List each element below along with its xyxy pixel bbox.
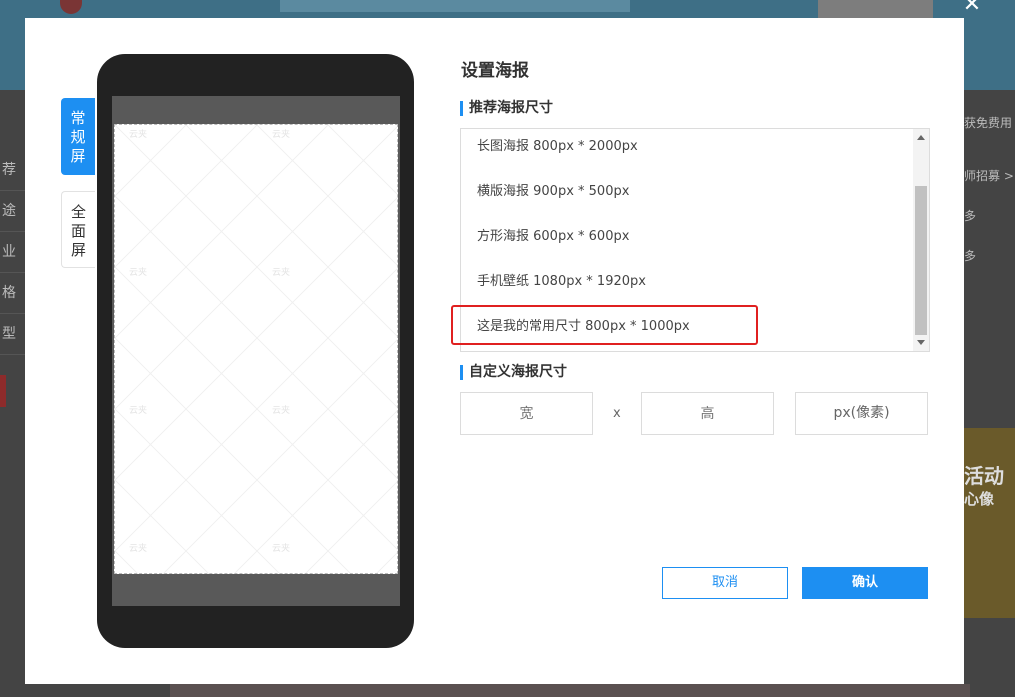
background-right-text: 心像 <box>964 490 995 508</box>
recommended-size-label: 推荐海报尺寸 <box>460 101 553 116</box>
custom-size-label: 自定义海报尺寸 <box>460 365 567 380</box>
watermark: 云夹 <box>129 544 148 554</box>
background-right-column: 师招募 > 多 多 获免费用 活动 心像 <box>964 90 1015 697</box>
phone-screen: 云夹 云夹 云夹 云夹 云夹 云夹 云夹 云夹 <box>112 96 400 606</box>
tab-label-char: 规 <box>70 128 86 146</box>
tab-label-char: 屏 <box>70 147 86 165</box>
background-right-text: 师招募 > <box>964 169 1014 183</box>
background-nav-item: 业 <box>0 232 25 273</box>
poster-settings-modal: 常 规 屏 全 面 屏 云夹 云夹 云夹 云夹 云夹 云夹 云夹 云夹 设置海报… <box>25 18 964 684</box>
scroll-up-arrow-icon[interactable] <box>917 135 925 140</box>
background-nav-item: 格 <box>0 273 25 314</box>
watermark: 云夹 <box>272 268 291 278</box>
cancel-button[interactable]: 取消 <box>662 567 788 599</box>
width-input[interactable] <box>460 392 593 435</box>
height-input[interactable] <box>641 392 774 435</box>
size-option-landscape-poster[interactable]: 横版海报 900px * 500px <box>477 180 629 199</box>
tab-label-char: 面 <box>70 222 86 240</box>
background-right-text: 获免费用 <box>964 116 1013 130</box>
tab-label-char: 常 <box>70 109 86 127</box>
background-bottom-strip <box>170 684 970 697</box>
background-right-text: 多 <box>964 209 977 223</box>
phone-preview-frame: 云夹 云夹 云夹 云夹 云夹 云夹 云夹 云夹 <box>97 54 414 648</box>
background-nav-item: 途 <box>0 191 25 232</box>
background-right-text: 活动 <box>964 464 1004 488</box>
times-symbol: x <box>613 406 621 421</box>
size-option-phone-wallpaper[interactable]: 手机壁纸 1080px * 1920px <box>477 270 646 289</box>
size-option-long-poster[interactable]: 长图海报 800px * 2000px <box>477 135 638 154</box>
close-icon[interactable]: ✕ <box>961 0 983 16</box>
tab-label-char: 屏 <box>70 241 86 259</box>
watermark: 云夹 <box>129 406 148 416</box>
watermark: 云夹 <box>272 130 291 140</box>
scrollbar-thumb[interactable] <box>915 186 927 335</box>
background-red-marker <box>0 375 6 407</box>
confirm-button[interactable]: 确认 <box>802 567 928 599</box>
poster-canvas: 云夹 云夹 云夹 云夹 云夹 云夹 云夹 云夹 <box>114 124 398 574</box>
tab-normal-screen[interactable]: 常 规 屏 <box>61 98 95 175</box>
background-nav-item: 荐 <box>0 150 25 191</box>
watermark: 云夹 <box>272 544 291 554</box>
watermark: 云夹 <box>272 406 291 416</box>
modal-title: 设置海报 <box>461 61 529 81</box>
unit-selector[interactable]: px(像素) <box>795 392 928 435</box>
background-nav-item: 型 <box>0 314 25 355</box>
background-search-bar <box>280 0 630 12</box>
size-option-square-poster[interactable]: 方形海报 600px * 600px <box>477 225 629 244</box>
tab-full-screen[interactable]: 全 面 屏 <box>61 191 95 268</box>
tab-label-char: 全 <box>70 203 86 221</box>
watermark: 云夹 <box>129 130 148 140</box>
scroll-down-arrow-icon[interactable] <box>917 340 925 345</box>
watermark: 云夹 <box>129 268 148 278</box>
background-right-text: 多 <box>964 249 977 263</box>
size-list-scrollbar[interactable] <box>913 129 929 351</box>
highlight-annotation <box>451 305 758 345</box>
